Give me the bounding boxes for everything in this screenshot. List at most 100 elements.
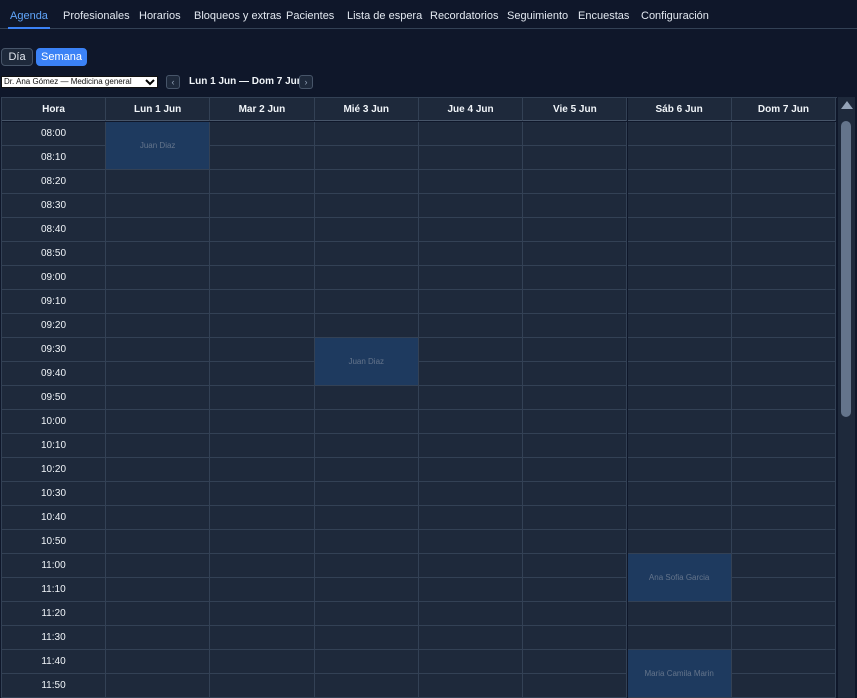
calendar-slot-cell[interactable] [418,482,524,506]
calendar-slot-cell[interactable] [523,482,628,506]
nav-tab-horarios[interactable]: Horarios [139,0,181,28]
calendar-slot-cell[interactable] [210,554,315,578]
calendar-slot-cell[interactable] [627,458,732,482]
calendar-slot-cell[interactable] [418,626,524,650]
calendar-slot-cell[interactable] [210,386,315,410]
calendar-slot-cell[interactable] [418,194,524,218]
calendar-slot-cell[interactable] [418,674,524,698]
calendar-slot-cell[interactable] [523,602,628,626]
calendar-slot-cell[interactable] [731,218,837,242]
calendar-slot-cell[interactable] [523,290,628,314]
calendar-slot-cell[interactable] [106,482,211,506]
calendar-slot-cell[interactable] [418,506,524,530]
calendar-slot-cell[interactable] [106,530,211,554]
calendar-slot-cell[interactable] [314,434,419,458]
calendar-slot-cell[interactable] [523,314,628,338]
calendar-slot-cell[interactable] [418,242,524,266]
calendar-slot-cell[interactable] [731,122,837,146]
calendar-slot-cell[interactable] [418,218,524,242]
calendar-slot-cell[interactable] [627,290,732,314]
calendar-slot-cell[interactable] [418,290,524,314]
calendar-slot-cell[interactable] [627,482,732,506]
calendar-slot-cell[interactable] [106,386,211,410]
calendar-slot-cell[interactable] [731,458,837,482]
calendar-slot-cell[interactable] [627,410,732,434]
calendar-slot-cell[interactable] [627,314,732,338]
calendar-slot-cell[interactable] [210,530,315,554]
calendar-slot-cell[interactable] [418,530,524,554]
calendar-slot-cell[interactable] [106,458,211,482]
week-view-button[interactable]: Semana [36,48,87,66]
calendar-slot-cell[interactable] [627,626,732,650]
calendar-slot-cell[interactable] [731,194,837,218]
calendar-slot-cell[interactable] [418,266,524,290]
calendar-slot-cell[interactable] [210,650,315,674]
calendar-slot-cell[interactable] [731,506,837,530]
calendar-slot-cell[interactable] [314,218,419,242]
calendar-slot-cell[interactable] [731,650,837,674]
calendar-slot-cell[interactable] [523,218,628,242]
calendar-slot-cell[interactable] [314,314,419,338]
calendar-slot-cell[interactable] [731,242,837,266]
nav-tab-agenda[interactable]: Agenda [8,0,50,29]
calendar-slot-cell[interactable] [106,314,211,338]
calendar-slot-cell[interactable] [731,530,837,554]
day-view-button[interactable]: Día [1,48,33,66]
calendar-slot-cell[interactable] [731,434,837,458]
calendar-slot-cell[interactable] [210,458,315,482]
calendar-slot-cell[interactable] [106,290,211,314]
nav-tab-bloqueos-y-extras[interactable]: Bloqueos y extras [194,0,281,28]
calendar-slot-cell[interactable] [731,554,837,578]
calendar-slot-cell[interactable] [731,146,837,170]
calendar-slot-cell[interactable] [106,554,211,578]
calendar-slot-cell[interactable] [210,410,315,434]
nav-tab-seguimiento[interactable]: Seguimiento [507,0,568,28]
calendar-slot-cell[interactable] [106,410,211,434]
calendar-slot-cell[interactable] [418,170,524,194]
calendar-slot-cell[interactable] [314,242,419,266]
calendar-slot-cell[interactable] [523,626,628,650]
calendar-slot-cell[interactable] [627,530,732,554]
calendar-slot-cell[interactable] [627,146,732,170]
calendar-slot-cell[interactable] [523,506,628,530]
nav-tab-encuestas[interactable]: Encuestas [578,0,629,28]
calendar-slot-cell[interactable] [418,146,524,170]
calendar-slot-cell[interactable] [106,338,211,362]
calendar-slot-cell[interactable] [314,266,419,290]
calendar-slot-cell[interactable] [314,602,419,626]
calendar-slot-cell[interactable] [418,578,524,602]
calendar-slot-cell[interactable] [523,530,628,554]
calendar-slot-cell[interactable] [314,122,419,146]
calendar-slot-cell[interactable] [418,458,524,482]
nav-tab-pacientes[interactable]: Pacientes [286,0,334,28]
calendar-slot-cell[interactable] [418,338,524,362]
nav-tab-configuracion[interactable]: Configuración [641,0,709,28]
next-week-button[interactable]: › [299,75,313,89]
calendar-slot-cell[interactable] [731,578,837,602]
calendar-slot-cell[interactable] [418,434,524,458]
calendar-slot-cell[interactable] [106,674,211,698]
calendar-slot-cell[interactable] [627,242,732,266]
calendar-slot-cell[interactable] [314,410,419,434]
calendar-slot-cell[interactable] [523,650,628,674]
calendar-slot-cell[interactable] [731,674,837,698]
calendar-slot-cell[interactable] [314,506,419,530]
calendar-slot-cell[interactable] [210,578,315,602]
calendar-slot-cell[interactable] [106,434,211,458]
calendar-slot-cell[interactable] [106,506,211,530]
appointment-block[interactable]: Maria Camila Marin [627,650,732,698]
appointment-block[interactable]: Ana Sofia Garcia [627,554,732,602]
calendar-slot-cell[interactable] [523,458,628,482]
calendar-slot-cell[interactable] [106,218,211,242]
calendar-slot-cell[interactable] [523,410,628,434]
calendar-slot-cell[interactable] [418,410,524,434]
professional-select[interactable]: Dr. Ana Gómez — Medicina general [1,76,158,88]
calendar-slot-cell[interactable] [523,434,628,458]
calendar-slot-cell[interactable] [627,218,732,242]
calendar-slot-cell[interactable] [523,338,628,362]
calendar-slot-cell[interactable] [627,434,732,458]
calendar-slot-cell[interactable] [731,338,837,362]
nav-tab-lista-de-espera[interactable]: Lista de espera [347,0,422,28]
calendar-slot-cell[interactable] [314,458,419,482]
calendar-slot-cell[interactable] [210,338,315,362]
